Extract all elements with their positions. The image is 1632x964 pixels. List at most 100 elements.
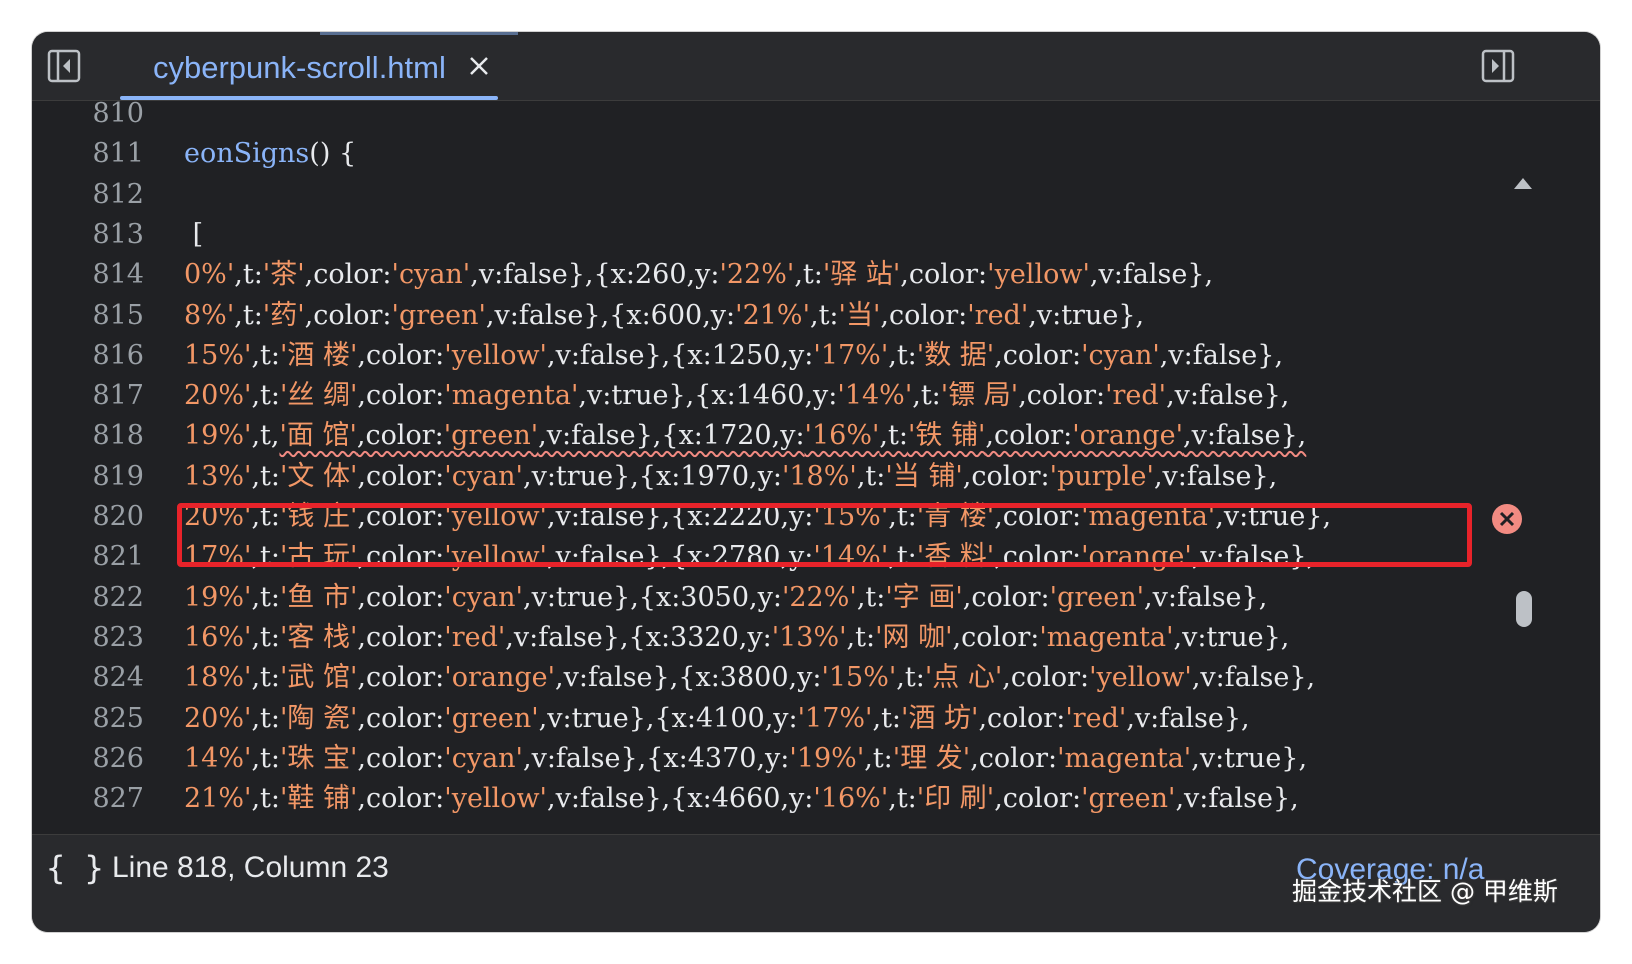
code-token: '网 咖'	[875, 621, 953, 653]
code-token: ,t:	[234, 299, 263, 331]
code-line[interactable]: 822 19%',t:'鱼 市',color:'cyan',v:true},{x:…	[32, 577, 1600, 619]
line-number[interactable]: 811	[32, 133, 144, 175]
sidebar-toggle-left-icon[interactable]	[46, 48, 82, 84]
code-line[interactable]: 827 21%',t:'鞋 铺',color:'yellow',v:false},…	[32, 778, 1600, 820]
code-token: ,t:	[896, 662, 925, 694]
code-token: 'red'	[967, 299, 1029, 331]
code-token: ,t:	[251, 742, 280, 774]
code-token: ,v:false},	[1175, 783, 1299, 815]
code-token: '镖 局'	[940, 380, 1019, 412]
code-token: ,t:	[251, 581, 280, 613]
code-token: ,v:false},	[1153, 460, 1278, 492]
code-token: ,t:	[251, 702, 280, 734]
code-line[interactable]: 813 [	[32, 214, 1600, 256]
line-number[interactable]: 822	[32, 577, 144, 619]
code-token: '22%'	[719, 259, 795, 291]
scroll-up-arrow-icon[interactable]	[1512, 175, 1534, 196]
code-token: ,t:	[234, 259, 263, 291]
code-token: ,v:false},{x:3800,y:	[555, 662, 822, 694]
line-number[interactable]: 810	[32, 101, 144, 135]
close-icon[interactable]	[465, 52, 493, 80]
vertical-scrollbar-thumb[interactable]	[1516, 591, 1532, 627]
code-token: '21%'	[735, 299, 810, 331]
line-number[interactable]: 816	[32, 335, 144, 377]
code-line[interactable]: 811 eonSigns() {	[32, 133, 1600, 175]
code-token: 'orange'	[444, 662, 556, 694]
code-token: ,t:	[856, 581, 886, 613]
code-token: 'red'	[1065, 702, 1127, 734]
code-line[interactable]: 812	[32, 174, 1600, 216]
sidebar-toggle-right-icon[interactable]	[1480, 48, 1516, 84]
code-token: ,color:	[994, 339, 1082, 371]
code-token: ,color:	[357, 783, 445, 815]
code-token: ,t:	[888, 339, 917, 371]
code-token: 15%'	[184, 339, 252, 371]
watermark: 掘金技术社区 @ 甲维斯	[1292, 877, 1558, 906]
code-token: '茶'	[262, 259, 305, 291]
code-line[interactable]: 823 16%',t:'客 栈',color:'red',v:false},{x:…	[32, 617, 1600, 659]
code-token: ,t:	[912, 380, 941, 412]
code-line[interactable]: 810	[32, 101, 1600, 135]
code-token: 'purple'	[1049, 460, 1154, 492]
code-token: '酒 坊'	[901, 702, 979, 734]
code-token: ,color:	[880, 299, 968, 331]
line-number[interactable]: 825	[32, 698, 144, 740]
line-number[interactable]: 821	[32, 536, 144, 578]
line-number[interactable]: 826	[32, 738, 144, 780]
line-number[interactable]: 818	[32, 415, 144, 457]
pretty-print-icon[interactable]: { }	[46, 849, 104, 887]
code-line[interactable]: 825 20%',t:'陶 瓷',color:'green',v:true},{x…	[32, 698, 1600, 740]
line-number[interactable]: 815	[32, 295, 144, 337]
line-number[interactable]: 813	[32, 214, 144, 256]
error-icon[interactable]	[1492, 504, 1522, 534]
line-number[interactable]: 827	[32, 778, 144, 820]
line-number[interactable]: 820	[32, 496, 144, 538]
code-token: 19%'	[184, 581, 252, 613]
code-token: '鞋 铺'	[279, 783, 358, 815]
code-token: 'cyan'	[391, 259, 471, 291]
code-token: 'green'	[1049, 581, 1145, 613]
code-line[interactable]: 824 18%',t:'武 馆',color:'orange',v:false},…	[32, 657, 1600, 699]
code-token: '陶 瓷'	[279, 702, 358, 734]
code-token: ,v:false},{x:1720,y:	[538, 420, 805, 452]
tab-bar: cyberpunk-scroll.html	[32, 32, 1600, 101]
line-number[interactable]: 819	[32, 456, 144, 498]
code-token: ,t:	[251, 339, 280, 371]
code-token: ,v:true},{x:1970,y:	[522, 460, 782, 492]
code-token: '酒 楼'	[279, 339, 358, 371]
code-editor[interactable]: 827 21%',t:'鞋 铺',color:'yellow',v:false},…	[32, 101, 1600, 851]
line-number[interactable]: 812	[32, 174, 144, 216]
code-token: ,t:	[864, 742, 893, 774]
code-token: '当'	[838, 299, 881, 331]
code-token: '15%'	[821, 662, 897, 694]
code-token: 'red'	[444, 621, 506, 653]
line-number[interactable]: 814	[32, 254, 144, 296]
sources-editor-window: cyberpunk-scroll.html 827 21%',t:'鞋 铺',co…	[32, 32, 1600, 932]
code-token: ,color:	[900, 259, 988, 291]
code-text: 8%',t:'药',color:'green',v:false},{x:600,…	[184, 295, 1144, 337]
code-token: ,color:	[357, 339, 445, 371]
code-token: 'cyan'	[444, 742, 523, 774]
line-number[interactable]: 817	[32, 375, 144, 417]
line-number[interactable]: 823	[32, 617, 144, 659]
code-line[interactable]: 815 8%',t:'药',color:'green',v:false},{x:6…	[32, 295, 1600, 337]
code-token: 'yellow'	[1089, 662, 1192, 694]
code-token: 'orange'	[1072, 420, 1183, 452]
code-token: ,color:	[357, 581, 445, 613]
code-line[interactable]: 817 20%',t:'丝 绸',color:'magenta',v:true},…	[32, 375, 1600, 417]
code-line[interactable]: 818 19%',t,'面 馆',color:'green',v:false},{…	[32, 415, 1600, 457]
code-token: '18%'	[781, 460, 857, 492]
code-token: ,t:	[251, 621, 280, 653]
code-line[interactable]: 814 0%',t:'茶',color:'cyan',v:false},{x:26…	[32, 254, 1600, 296]
code-token: 'cyan'	[444, 460, 523, 492]
code-line[interactable]: 826 14%',t:'珠 宝',color:'cyan',v:false},{x…	[32, 738, 1600, 780]
code-line[interactable]: 816 15%',t:'酒 楼',color:'yellow',v:false},…	[32, 335, 1600, 377]
code-token: ,t:	[888, 783, 917, 815]
tab-cyberpunk-scroll[interactable]: cyberpunk-scroll.html	[120, 32, 518, 100]
code-token: '17%'	[797, 702, 873, 734]
code-line[interactable]: 819 13%',t:'文 体',color:'cyan',v:true},{x:…	[32, 456, 1600, 498]
code-token: ,t:	[846, 621, 876, 653]
line-number[interactable]: 824	[32, 657, 144, 699]
code-token: ,color:	[952, 621, 1040, 653]
code-text: 13%',t:'文 体',color:'cyan',v:true},{x:197…	[184, 456, 1277, 498]
